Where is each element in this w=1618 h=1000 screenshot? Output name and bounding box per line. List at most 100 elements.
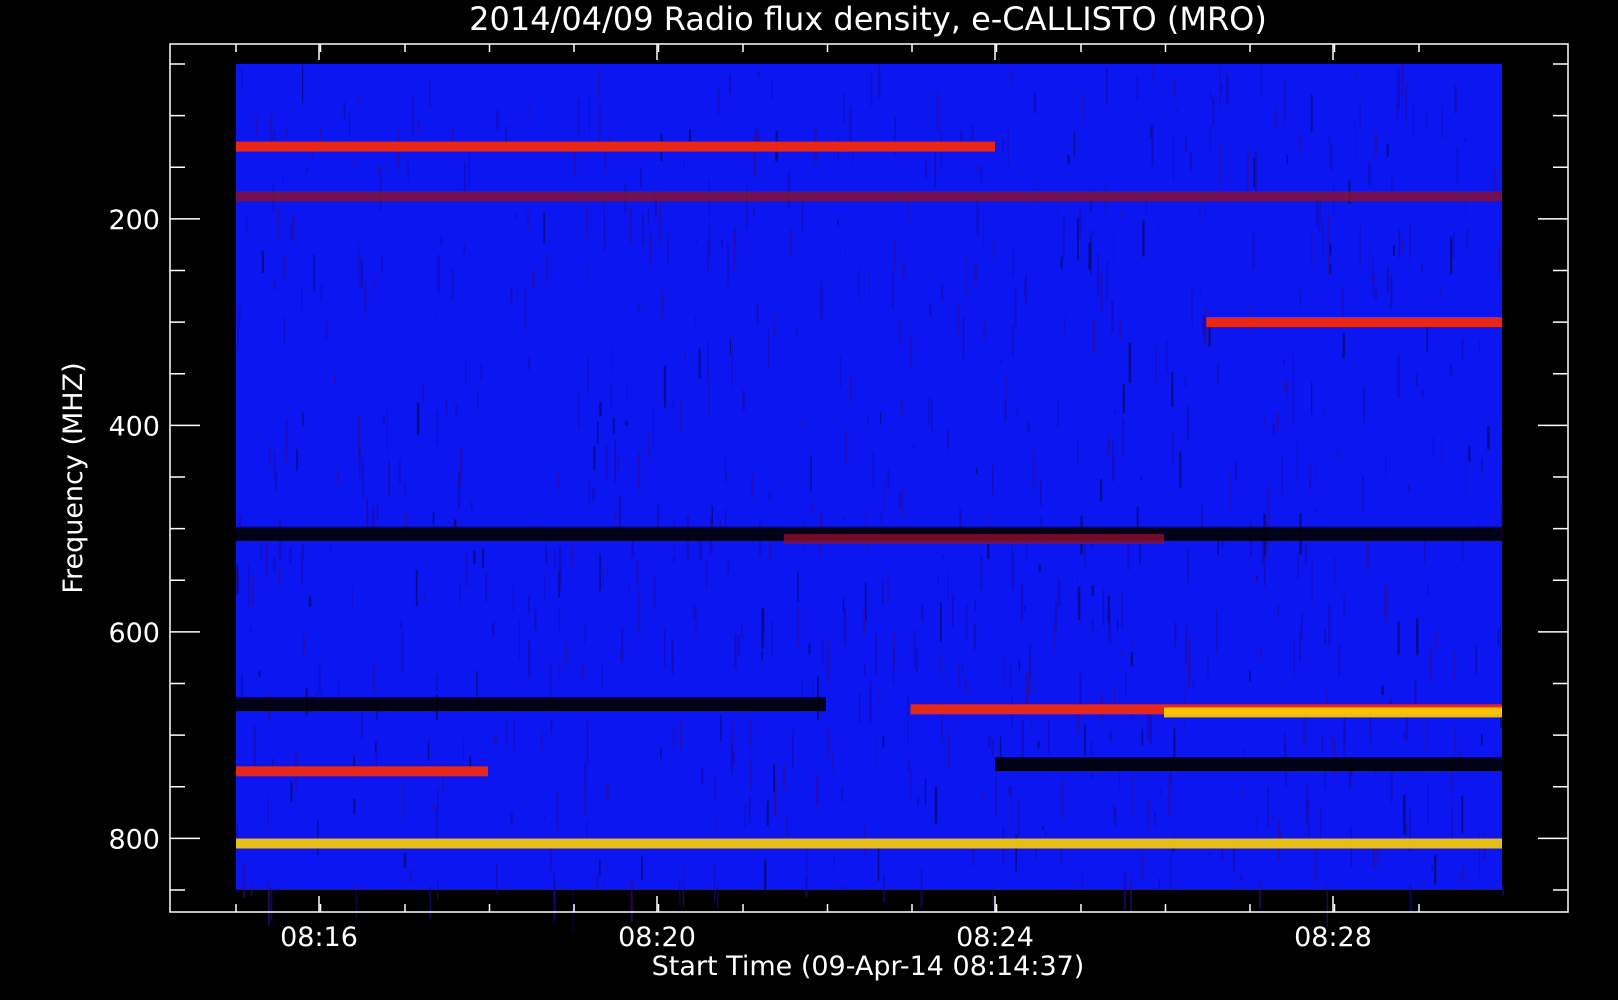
noise-streak [351,587,353,608]
noise-streak [1221,539,1224,549]
noise-streak [415,569,418,606]
noise-streak [883,483,885,513]
noise-streak [771,620,773,656]
noise-streak [1286,154,1289,165]
noise-streak [1327,214,1330,246]
noise-streak [378,165,381,173]
noise-streak [1263,418,1266,424]
noise-streak [285,419,288,448]
noise-streak [1141,728,1144,746]
noise-streak [1079,209,1082,238]
noise-streak [1299,630,1301,662]
noise-streak [898,490,901,507]
noise-streak [1299,134,1302,151]
noise-streak [1055,601,1057,631]
noise-streak [858,692,861,725]
noise-streak [1097,252,1099,296]
noise-streak [578,394,580,429]
noise-streak [1018,660,1020,671]
noise-streak [1061,779,1064,819]
noise-streak [1434,855,1437,885]
noise-streak [827,641,830,682]
noise-streak [1170,853,1172,889]
noise-streak [1401,236,1404,252]
noise-streak [301,544,305,560]
noise-streak [558,606,561,631]
noise-streak [630,878,633,922]
noise-streak [1263,552,1266,587]
noise-streak [695,239,697,244]
noise-streak [1331,735,1334,749]
noise-streak [540,730,543,750]
noise-streak [453,519,457,528]
noise-streak [265,541,268,578]
noise-streak [451,268,454,300]
noise-streak [1437,852,1439,859]
noise-streak [492,621,495,636]
noise-streak [924,161,928,179]
noise-streak [701,767,704,784]
noise-streak [409,869,412,883]
noise-streak [401,632,404,672]
noise-streak [1281,456,1283,495]
noise-streak [707,238,709,272]
noise-streak [1091,585,1094,596]
noise-streak [1199,291,1201,296]
noise-streak [603,198,605,241]
noise-streak [900,399,903,413]
noise-streak [398,459,401,484]
noise-streak [767,329,769,370]
noise-streak [924,778,927,805]
x-tick-label: 08:28 [1294,922,1372,953]
noise-streak [971,123,974,144]
noise-streak [463,244,466,254]
noise-streak [711,505,713,524]
spectrogram-heatmap [236,64,1504,932]
noise-streak [527,594,530,613]
noise-streak [1136,74,1138,101]
noise-streak [1176,107,1178,112]
noise-streak [1037,740,1040,749]
noise-streak [360,258,363,288]
noise-streak [1118,319,1121,341]
noise-streak [1081,873,1083,886]
noise-streak [359,446,361,478]
noise-streak [652,407,654,448]
noise-streak [465,359,467,385]
noise-streak [606,862,609,870]
noise-streak [1121,649,1123,656]
noise-streak [934,786,938,825]
noise-streak [910,765,912,800]
noise-streak [619,651,622,660]
noise-streak [708,374,710,416]
noise-streak [1114,683,1116,704]
noise-streak [782,764,785,790]
noise-streak [258,670,261,677]
noise-streak [1209,126,1211,155]
noise-streak [1253,157,1255,188]
noise-streak [1026,688,1030,693]
noise-streak [1414,679,1417,707]
noise-streak [1016,408,1019,416]
noise-streak [1403,794,1406,835]
noise-streak [1292,353,1294,386]
noise-streak [618,496,621,529]
noise-streak [907,705,909,744]
noise-streak [1027,422,1030,432]
noise-streak [282,176,284,184]
noise-streak [1023,281,1026,297]
noise-streak [797,572,799,602]
noise-streak [725,472,727,482]
noise-streak [815,282,817,288]
noise-streak [1497,247,1500,275]
noise-streak [621,627,624,663]
noise-streak [1187,405,1190,442]
noise-streak [771,78,773,100]
noise-streak [1464,138,1467,143]
noise-streak [808,643,811,655]
noise-streak [524,289,527,329]
noise-streak [947,571,949,601]
noise-streak [993,241,995,260]
noise-streak [792,728,794,769]
noise-streak [929,303,932,317]
